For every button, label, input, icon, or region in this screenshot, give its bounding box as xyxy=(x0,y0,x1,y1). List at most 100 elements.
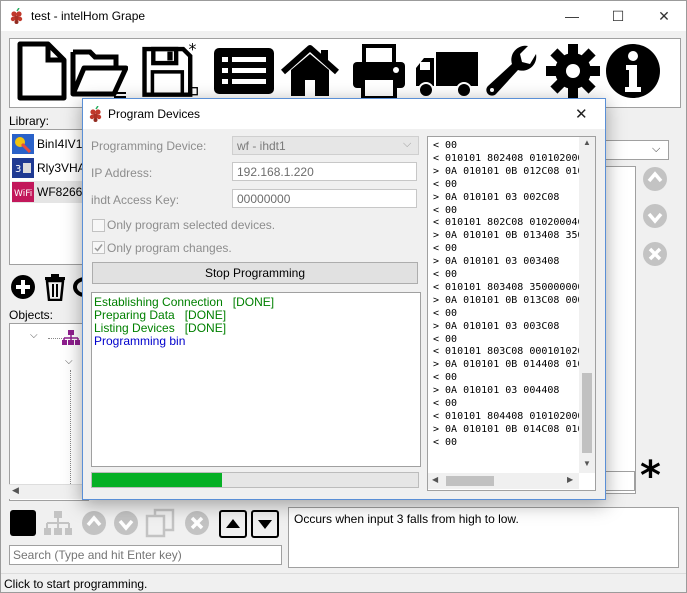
io-line: < 010101 802C08 01020004C xyxy=(433,217,584,229)
io-hscrollbar[interactable]: ◀ ▶ xyxy=(428,473,579,489)
home-icon[interactable] xyxy=(281,40,339,102)
svg-text:WiFi: WiFi xyxy=(14,189,32,199)
list-icon[interactable] xyxy=(211,40,277,102)
io-line: > 0A 010101 0B 013408 3500 xyxy=(433,230,590,242)
delete-disabled-icon[interactable] xyxy=(184,510,210,536)
io-line: < 00 xyxy=(433,178,458,190)
io-line: > 0A 010101 0B 013C08 000 xyxy=(433,294,584,306)
dialog-close-button[interactable]: ✕ xyxy=(575,105,588,123)
app-grape-icon xyxy=(89,106,102,122)
app-grape-icon xyxy=(10,8,23,24)
scroll-left-icon[interactable]: ◀ xyxy=(432,475,438,484)
search-input[interactable] xyxy=(9,545,282,565)
save-icon[interactable]: * xyxy=(141,40,199,102)
hscroll-thumb[interactable] xyxy=(446,476,494,486)
move-down-icon[interactable] xyxy=(642,203,668,229)
remove-icon[interactable] xyxy=(642,241,668,267)
programming-device-select[interactable]: wf - ihdt1 ⌵ xyxy=(232,136,419,155)
tree-expand-icon[interactable]: ⌵ xyxy=(30,330,38,341)
io-line: < 010101 803408 350000000 xyxy=(433,281,584,293)
svg-text:*: * xyxy=(188,40,196,58)
io-line: < 00 xyxy=(433,333,458,345)
move-up-disabled-icon[interactable] xyxy=(81,510,107,536)
io-line: < 00 xyxy=(433,307,458,319)
open-folder-icon[interactable] xyxy=(70,40,128,102)
library-list[interactable]: BinI4IV12 3 Rly3VHA1 WiFi WF8266v xyxy=(9,129,92,265)
io-line: < 010101 804408 010102000 xyxy=(433,410,584,422)
description-text: Occurs when input 3 falls from high to l… xyxy=(294,512,519,526)
io-line: < 010101 803C08 000101020 xyxy=(433,346,584,358)
progress-bar xyxy=(91,472,419,488)
asterisk-icon[interactable]: * xyxy=(640,456,661,496)
scroll-right-icon[interactable]: ▶ xyxy=(567,475,573,484)
hierarchy-icon xyxy=(62,330,80,345)
objects-tree[interactable]: ⌵ ⌵ xyxy=(9,323,89,501)
library-item[interactable]: WiFi WF8266v xyxy=(12,181,88,203)
gear-icon[interactable] xyxy=(544,40,602,102)
minimize-button[interactable]: — xyxy=(549,1,595,31)
stop-programming-button[interactable]: Stop Programming xyxy=(92,262,418,284)
svg-text:3: 3 xyxy=(15,164,21,175)
only-selected-checkbox[interactable] xyxy=(92,219,105,232)
stop-square-icon[interactable] xyxy=(10,510,36,536)
maximize-button[interactable]: ☐ xyxy=(595,1,641,31)
new-file-icon[interactable] xyxy=(14,40,72,102)
library-label: Library: xyxy=(9,114,50,128)
io-line: < 00 xyxy=(433,204,458,216)
only-changes-checkbox[interactable] xyxy=(92,241,105,254)
library-item[interactable]: 3 Rly3VHA1 xyxy=(12,157,92,179)
only-changes-label: Only program changes. xyxy=(107,241,232,255)
io-line: > 0A 010101 03 002C08 xyxy=(433,191,560,203)
log-line: Establishing Connection [DONE] xyxy=(94,295,275,309)
description-panel: Occurs when input 3 falls from high to l… xyxy=(288,507,679,568)
move-down-disabled-icon[interactable] xyxy=(113,510,139,536)
scroll-up-icon[interactable]: ▲ xyxy=(583,138,591,147)
relay-module-icon: 3 xyxy=(12,158,34,178)
io-vscrollbar[interactable]: ▲ ▼ xyxy=(579,137,595,473)
log-line: Listing Devices [DONE] xyxy=(94,321,227,335)
io-line: < 00 xyxy=(433,436,458,448)
io-line: > 0A 010101 03 004408 xyxy=(433,385,560,397)
add-icon[interactable] xyxy=(10,274,36,300)
move-up-icon[interactable] xyxy=(642,166,668,192)
close-button[interactable]: ✕ xyxy=(641,1,687,31)
expand-down-icon[interactable] xyxy=(251,510,279,538)
tree-expand-icon[interactable]: ⌵ xyxy=(65,356,73,367)
status-bar: Click to start programming. xyxy=(1,573,686,593)
truck-icon[interactable] xyxy=(414,40,480,102)
access-key-label: ihdt Access Key: xyxy=(91,193,180,207)
title-bar[interactable]: test - intelHom Grape — ☐ ✕ xyxy=(1,1,686,31)
objects-hscrollbar[interactable]: ◀ xyxy=(9,484,87,499)
access-key-field[interactable]: 00000000 xyxy=(232,189,417,208)
scroll-left-icon[interactable]: ◀ xyxy=(12,485,19,496)
trash-icon[interactable] xyxy=(42,273,68,301)
io-line: > 0A 010101 0B 014C08 0102 xyxy=(433,423,590,435)
io-line: > 0A 010101 0B 012C08 0102 xyxy=(433,165,590,177)
status-text: Click to start programming. xyxy=(4,577,148,591)
right-list-panel xyxy=(605,166,636,494)
dialog-title-bar[interactable]: Program Devices ✕ xyxy=(83,99,605,129)
io-line: < 00 xyxy=(433,269,458,280)
printer-icon[interactable] xyxy=(350,40,408,102)
chevron-down-icon: ⌵ xyxy=(403,138,412,150)
checkmark-icon xyxy=(94,244,103,252)
device-io-log[interactable]: < 00 > 0A 010101 0B 014C08 0102 < 010101 8… xyxy=(427,136,596,491)
io-line: > 0A 010101 0B 014408 0101 xyxy=(433,359,590,371)
stop-programming-label: Stop Programming xyxy=(204,266,306,280)
hierarchy-tree-icon[interactable] xyxy=(43,510,73,538)
wrench-icon[interactable] xyxy=(484,40,542,102)
collapse-up-icon[interactable] xyxy=(219,510,247,538)
chevron-down-icon[interactable]: ⌵ xyxy=(652,143,660,156)
io-line: < 00 xyxy=(433,140,458,151)
objects-label: Objects: xyxy=(9,308,54,322)
dialog-title: Program Devices xyxy=(108,107,201,121)
scroll-down-icon[interactable]: ▼ xyxy=(583,459,591,468)
library-item[interactable]: BinI4IV12 xyxy=(12,133,92,155)
ip-address-field[interactable]: 192.168.1.220 xyxy=(232,162,417,181)
info-icon[interactable] xyxy=(604,40,662,102)
scroll-thumb[interactable] xyxy=(582,373,592,453)
copy-icon[interactable] xyxy=(145,508,177,538)
plugin-icon xyxy=(12,134,34,154)
right-combobox[interactable]: ⌵ xyxy=(605,140,669,160)
right-text-field[interactable] xyxy=(605,471,635,491)
